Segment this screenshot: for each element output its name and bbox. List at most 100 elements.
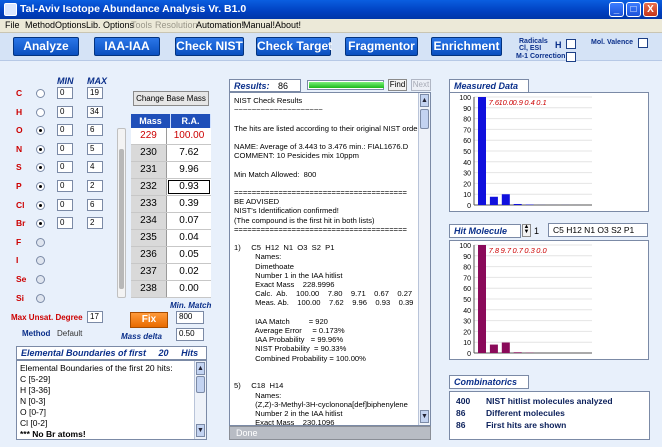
element-radio[interactable] [36,293,45,303]
ra-cell[interactable]: 9.96 [167,162,211,178]
element-min-input[interactable]: 0 [57,105,73,118]
ra-cell[interactable]: 0.02 [167,264,211,280]
results-scroll-down-icon[interactable]: ▼ [420,410,429,423]
element-radio[interactable] [36,107,45,117]
scroll-down-icon[interactable]: ▼ [196,424,205,437]
mol-valence-checkbox[interactable] [638,38,648,48]
element-min-input[interactable]: 0 [57,217,73,230]
ra-cell[interactable]: 0.93 [167,179,211,195]
max-header: MAX [87,76,107,86]
element-min-input[interactable]: 0 [57,198,73,211]
results-scroll-up-icon[interactable]: ▲ [420,94,429,107]
mass-slider-track[interactable] [117,128,126,298]
ra-cell[interactable]: 0.07 [167,213,211,229]
menu-file[interactable]: File [5,20,20,30]
menu-options[interactable]: Options [55,20,86,30]
ra-cell[interactable]: 0.39 [167,196,211,212]
next-button[interactable]: Next [411,79,431,91]
element-max-input[interactable]: 6 [87,198,103,211]
mass-row[interactable]: 234 0.07 [131,213,211,230]
element-radio[interactable] [36,200,45,210]
change-base-mass-button[interactable]: Change Base Mass [133,91,209,106]
menu-lib-options[interactable]: Lib. Options [86,20,134,30]
element-min-input[interactable]: 0 [57,87,73,99]
radicals-checkbox[interactable] [566,39,576,49]
element-radio[interactable] [36,275,45,284]
menu-manual[interactable]: Manual! [243,20,275,30]
mass-row[interactable]: 237 0.02 [131,264,211,281]
menu-about[interactable]: About! [275,20,301,30]
menu-automation[interactable]: Automation! [196,20,244,30]
scroll-up-icon[interactable]: ▲ [196,362,205,375]
iaa-iaa-button[interactable]: IAA-IAA [94,37,160,56]
element-max-input[interactable]: 34 [87,105,103,118]
element-max-input[interactable]: 2 [87,217,103,230]
mass-row[interactable]: 233 0.39 [131,196,211,213]
results-label: Results: [234,81,270,91]
ra-cell[interactable]: 0.04 [167,230,211,246]
element-max-input[interactable]: 19 [87,87,103,99]
ra-cell[interactable]: 0.00 [167,281,211,297]
scroll-thumb[interactable] [196,376,205,393]
find-button[interactable]: Find [388,79,407,91]
results-progress-fill [309,82,384,88]
mass-row[interactable]: 229 100.00 [131,128,211,145]
mass-row[interactable]: 230 7.62 [131,145,211,162]
element-max-input[interactable]: 5 [87,142,103,155]
hit-spinner[interactable]: ▲ ▼ [522,224,531,237]
title-bar: Tal-Aviv Isotope Abundance Analysis Vr. … [0,0,662,19]
measured-y-tick: 40 [463,160,471,167]
ra-cell[interactable]: 0.05 [167,247,211,263]
ra-cell[interactable]: 7.62 [167,145,211,161]
mass-row[interactable]: 232 0.93 [131,179,211,196]
menu-method[interactable]: Method [25,20,55,30]
mass-row[interactable]: 236 0.05 [131,247,211,264]
mass-rows: 229 100.00 230 7.62 231 9.96 232 0.93 233 0.39 234… [131,128,211,298]
element-max-input[interactable]: 6 [87,124,103,137]
enrichment-button[interactable]: Enrichment [431,37,502,56]
hit-y-tick: 70 [463,275,471,282]
boundaries-scrollbar[interactable]: ▲ ▼ [194,361,206,439]
element-max-input[interactable]: 4 [87,161,103,174]
element-radio[interactable] [36,182,45,191]
fix-button[interactable]: Fix [130,312,168,328]
element-radio[interactable] [36,237,45,247]
ra-cell[interactable]: 100.00 [167,128,211,144]
check-target-button[interactable]: Check Target [256,37,332,56]
maximize-button[interactable]: □ [626,2,641,17]
mass-slider-thumb[interactable] [119,149,124,289]
method-label: Method [22,329,51,338]
boundary-line: Cl [0-2] [20,418,48,428]
element-max-input[interactable]: 2 [87,180,103,192]
fragmentor-button[interactable]: Fragmentor [345,37,418,56]
close-button[interactable]: X [643,2,658,17]
mass-row[interactable]: 231 9.96 [131,162,211,179]
element-min-input[interactable]: 0 [57,180,73,192]
menu-resolution[interactable]: Resolution [155,20,198,30]
element-symbol: S [16,162,22,173]
mass-delta-input[interactable]: 0.50 [176,328,204,341]
menu-tools[interactable]: Tools [131,20,152,30]
minimize-button[interactable]: _ [609,2,624,17]
check-nist-button[interactable]: Check NIST [175,37,244,56]
hit-bar [513,352,522,353]
mass-cell: 231 [131,162,167,178]
boundaries-title: Elemental Boundaries of first [21,348,147,358]
element-min-input[interactable]: 0 [57,142,73,155]
element-min-input[interactable]: 0 [57,124,73,137]
max-unsat-input[interactable]: 17 [87,311,103,323]
element-radio[interactable] [36,144,45,154]
element-radio[interactable] [36,89,45,98]
mass-row[interactable]: 238 0.00 [131,281,211,298]
min-match-input[interactable]: 800 [176,311,204,324]
m1-correction-checkbox[interactable] [566,52,576,62]
hit-y-tick: 40 [463,308,471,315]
element-min-input[interactable]: 0 [57,161,73,174]
mass-row[interactable]: 235 0.04 [131,230,211,247]
hit-y-tick: 0 [467,351,471,358]
boundaries-count: 20 [158,348,169,358]
results-scroll-thumb[interactable] [420,109,429,129]
results-scrollbar[interactable]: ▲ ▼ [418,93,430,425]
element-symbol: I [16,255,19,266]
analyze-button[interactable]: Analyze [13,37,79,56]
